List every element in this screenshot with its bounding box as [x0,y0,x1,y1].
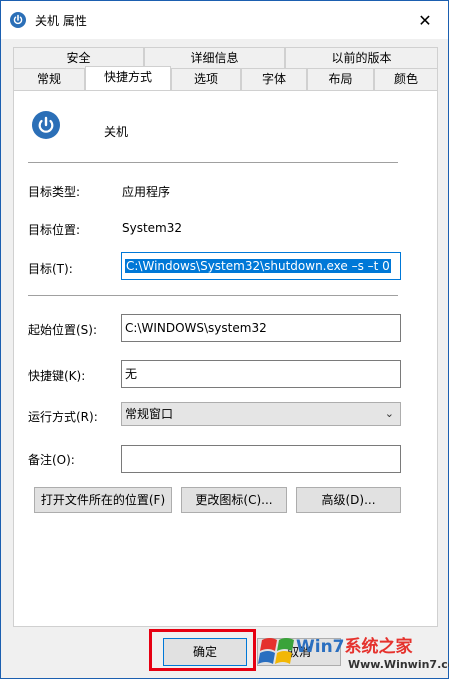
tab-colors[interactable]: 颜色 [374,68,438,90]
target-input[interactable]: C:\Windows\System32\shutdown.exe –s –t 0 [121,252,401,280]
hotkey-input[interactable]: 无 [121,360,401,388]
highlight-box [149,629,256,671]
watermark-brand: Win7系统之家 [296,637,413,657]
tab-options[interactable]: 选项 [171,68,241,90]
open-file-location-button[interactable]: 打开文件所在的位置(F) [34,487,172,513]
properties-window: 关机 属性 ✕ 安全 详细信息 以前的版本 常规 快捷方式 选项 字体 布局 颜… [0,0,449,679]
target-location-label: 目标位置: [28,223,81,237]
window-title: 关机 属性 [35,14,87,28]
hotkey-label: 快捷键(K): [28,369,86,383]
chevron-down-icon: ⌄ [384,407,394,420]
power-icon [10,12,26,28]
tab-general[interactable]: 常规 [13,68,85,90]
shortcut-name: 关机 [104,125,129,139]
watermark-url: Www.Winwin7.com [348,658,449,671]
target-label: 目标(T): [28,262,73,276]
tab-shortcut[interactable]: 快捷方式 [85,66,171,90]
close-button[interactable]: ✕ [402,1,448,39]
shortcut-panel: 关机 目标类型: 应用程序 目标位置: System32 目标(T): C:\W… [13,90,438,627]
tab-row-top: 安全 详细信息 以前的版本 [13,47,438,69]
watermark: Win7系统之家 Www.Winwin7.com [258,628,449,678]
target-value-selected: C:\Windows\System32\shutdown.exe –s –t 0 [125,259,391,273]
comment-input[interactable] [121,445,401,473]
tab-font[interactable]: 字体 [241,68,307,90]
tab-row-bottom: 常规 快捷方式 选项 字体 布局 颜色 [13,66,438,90]
close-icon: ✕ [418,10,432,30]
title-bar[interactable]: 关机 属性 ✕ [1,1,448,39]
target-location-value: System32 [122,221,183,235]
advanced-button[interactable]: 高级(D)... [296,487,401,513]
tab-previous-versions[interactable]: 以前的版本 [285,47,438,69]
change-icon-button[interactable]: 更改图标(C)... [181,487,287,513]
divider [28,295,398,296]
start-in-label: 起始位置(S): [28,323,98,337]
shortcut-power-icon [32,111,60,139]
tab-layout[interactable]: 布局 [307,68,374,90]
target-type-value: 应用程序 [122,185,171,199]
comment-label: 备注(O): [28,453,75,467]
run-select-value: 常规窗口 [125,407,174,421]
run-select[interactable]: 常规窗口 ⌄ [121,402,401,426]
run-label: 运行方式(R): [28,410,98,424]
target-type-label: 目标类型: [28,185,81,199]
start-in-input[interactable]: C:\WINDOWS\system32 [121,314,401,342]
windows-logo-icon [258,638,294,664]
divider [28,162,398,163]
